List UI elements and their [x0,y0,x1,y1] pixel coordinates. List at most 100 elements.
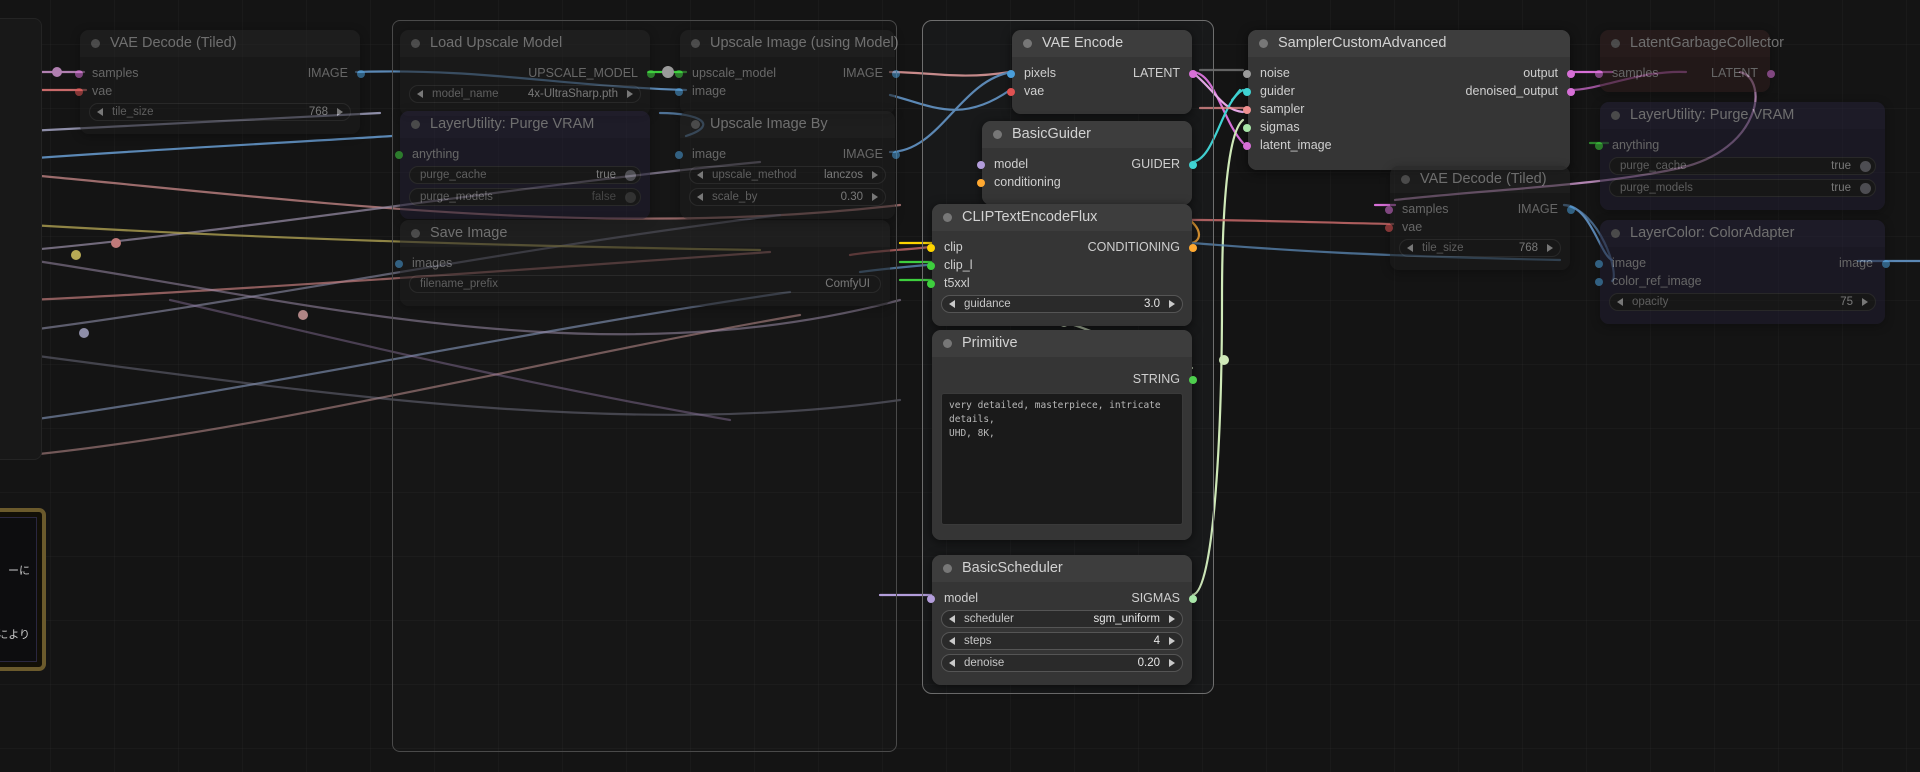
widget-denoise[interactable]: denoise 0.20 [941,654,1183,672]
toggle-knob-icon[interactable] [1860,160,1871,172]
output-dot-conditioning[interactable] [1189,243,1197,252]
input-dot-model[interactable] [927,594,935,603]
node-purge-vram-right[interactable]: LayerUtility: Purge VRAM anything purge_… [1595,102,1885,210]
input-dot-pixels[interactable] [1007,69,1015,78]
increment-arrow-icon[interactable] [1169,300,1175,308]
input-dot-upscale-model[interactable] [675,69,683,78]
prompt-textarea[interactable]: very detailed, masterpiece, intricate de… [941,393,1183,525]
node-title-bar[interactable]: LatentGarbageCollector [1600,30,1784,57]
decrement-arrow-icon[interactable] [697,193,703,201]
node-title-bar[interactable]: Primitive [932,330,1192,357]
collapse-dot-icon[interactable] [411,229,420,238]
toggle-knob-icon[interactable] [625,169,636,181]
node-save-image[interactable]: Save Image images filename_prefix ComfyU… [395,220,890,306]
input-dot-model[interactable] [977,160,985,169]
widget-scheduler[interactable]: scheduler sgm_uniform [941,610,1183,628]
input-dot-samples[interactable] [1595,69,1603,78]
widget-purge-cache[interactable]: purge_cache true [1609,157,1876,175]
input-dot-conditioning[interactable] [977,178,985,187]
toggle-knob-icon[interactable] [1860,182,1871,194]
output-dot-latent[interactable] [1189,69,1197,78]
node-purge-vram-left[interactable]: LayerUtility: Purge VRAM anything purge_… [395,111,650,219]
node-vae-encode[interactable]: VAE Encode pixels LATENT vae [1007,30,1197,114]
decrement-arrow-icon[interactable] [949,637,955,645]
input-dot-t5xxl[interactable] [927,279,935,288]
input-dot-latent-image[interactable] [1243,141,1251,150]
widget-steps[interactable]: steps 4 [941,632,1183,650]
node-basic-guider[interactable]: BasicGuider model GUIDER conditioning [977,121,1197,205]
widget-upscale-method[interactable]: upscale_method lanczos [689,166,886,184]
input-dot-image[interactable] [1595,259,1603,268]
node-title-bar[interactable]: Upscale Image (using Model) [680,30,899,57]
input-dot-color-ref-image[interactable] [1595,277,1603,286]
output-dot-image[interactable] [892,69,900,78]
output-dot-output[interactable] [1567,69,1575,78]
node-title-bar[interactable]: VAE Decode (Tiled) [1390,166,1570,193]
collapse-dot-icon[interactable] [1611,229,1620,238]
collapse-dot-icon[interactable] [993,130,1002,139]
input-dot-vae[interactable] [1007,87,1015,96]
input-dot-noise[interactable] [1243,69,1251,78]
input-dot-image[interactable] [675,150,683,159]
input-dot-vae[interactable] [1385,223,1393,232]
output-dot-image[interactable] [1882,259,1890,268]
node-upscale-image-using-model[interactable]: Upscale Image (using Model) upscale_mode… [675,30,900,114]
node-title-bar[interactable]: LayerUtility: Purge VRAM [400,111,650,138]
collapse-dot-icon[interactable] [691,39,700,48]
collapse-dot-icon[interactable] [1259,39,1268,48]
node-title-bar[interactable]: Save Image [400,220,890,247]
output-dot-string[interactable] [1189,375,1197,384]
note-card[interactable]: ーに により [0,508,46,671]
widget-guidance[interactable]: guidance 3.0 [941,295,1183,313]
output-dot-guider[interactable] [1189,160,1197,169]
decrement-arrow-icon[interactable] [417,90,423,98]
collapse-dot-icon[interactable] [91,39,100,48]
widget-tile-size[interactable]: tile_size 768 [89,103,351,121]
node-primitive[interactable]: Primitive STRING very detailed, masterpi… [932,330,1197,540]
collapse-dot-icon[interactable] [1611,111,1620,120]
input-dot-vae[interactable] [75,87,83,96]
node-title-bar[interactable]: BasicScheduler [932,555,1192,582]
collapse-dot-icon[interactable] [1401,175,1410,184]
increment-arrow-icon[interactable] [1169,659,1175,667]
input-dot-image[interactable] [675,87,683,96]
node-title-bar[interactable]: LayerUtility: Purge VRAM [1600,102,1885,129]
decrement-arrow-icon[interactable] [1617,298,1623,306]
widget-purge-models[interactable]: purge_models false [409,188,641,206]
output-dot-image[interactable] [1567,205,1575,214]
node-basic-scheduler[interactable]: BasicScheduler model SIGMAS scheduler sg… [927,555,1197,685]
node-vae-decode-tiled-right[interactable]: VAE Decode (Tiled) samples IMAGE vae til… [1385,166,1575,270]
node-upscale-image-by[interactable]: Upscale Image By image IMAGE upscale_met… [675,111,900,219]
input-dot-anything[interactable] [395,150,403,159]
output-dot-image[interactable] [892,150,900,159]
output-dot-upscale-model[interactable] [647,69,655,78]
collapse-dot-icon[interactable] [943,564,952,573]
input-dot-images[interactable] [395,259,403,268]
node-vae-decode-tiled-left[interactable]: VAE Decode (Tiled) samples IMAGE vae til… [75,30,365,134]
node-title-bar[interactable]: VAE Decode (Tiled) [80,30,360,57]
output-dot-denoised-output[interactable] [1567,87,1575,96]
collapse-dot-icon[interactable] [411,39,420,48]
node-title-bar[interactable]: Upscale Image By [680,111,895,138]
collapse-dot-icon[interactable] [943,339,952,348]
increment-arrow-icon[interactable] [872,171,878,179]
input-dot-guider[interactable] [1243,87,1251,96]
decrement-arrow-icon[interactable] [949,615,955,623]
input-dot-anything[interactable] [1595,141,1603,150]
collapse-dot-icon[interactable] [411,120,420,129]
widget-tile-size[interactable]: tile_size 768 [1399,239,1561,257]
widget-scale-by[interactable]: scale_by 0.30 [689,188,886,206]
decrement-arrow-icon[interactable] [697,171,703,179]
input-dot-clip[interactable] [927,243,935,252]
widget-purge-models[interactable]: purge_models true [1609,179,1876,197]
graph-canvas[interactable]: tput tput ーに により VAE Decode (Tiled) samp… [0,0,1920,772]
decrement-arrow-icon[interactable] [97,108,103,116]
decrement-arrow-icon[interactable] [949,300,955,308]
increment-arrow-icon[interactable] [872,193,878,201]
widget-filename-prefix[interactable]: filename_prefix ComfyUI [409,275,881,293]
collapse-dot-icon[interactable] [1611,39,1620,48]
node-title-bar[interactable]: LayerColor: ColorAdapter [1600,220,1885,247]
node-layercolor-coloradapter[interactable]: LayerColor: ColorAdapter image image col… [1595,220,1890,324]
node-title-bar[interactable]: BasicGuider [982,121,1192,148]
increment-arrow-icon[interactable] [1169,615,1175,623]
